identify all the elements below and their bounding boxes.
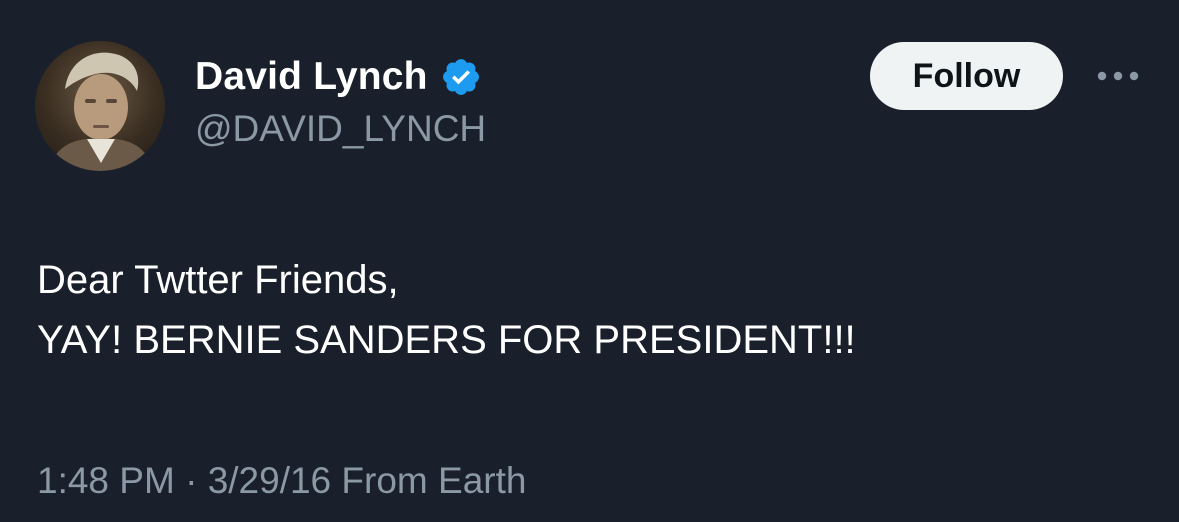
- verified-badge-icon: [442, 59, 479, 95]
- avatar-portrait-icon: [49, 52, 153, 171]
- tweet-time[interactable]: 1:48 PM: [37, 460, 175, 501]
- more-options-button[interactable]: [1092, 58, 1144, 94]
- tweet-text-line: Dear Twtter Friends,: [37, 258, 399, 302]
- tweet-text: Dear Twtter Friends, YAY! BERNIE SANDERS…: [37, 250, 856, 370]
- tweet-metadata: 1:48 PM · 3/29/16 From Earth: [37, 460, 526, 502]
- display-name[interactable]: David Lynch: [195, 55, 428, 99]
- author-handle[interactable]: @DAVID_LYNCH: [195, 108, 486, 150]
- follow-button[interactable]: Follow: [870, 42, 1063, 110]
- tweet-source: From Earth: [341, 460, 527, 501]
- avatar[interactable]: [35, 41, 165, 171]
- tweet-date[interactable]: 3/29/16: [208, 460, 331, 501]
- tweet-card: David Lynch @DAVID_LYNCH Follow Dear Twt…: [0, 0, 1179, 522]
- author-name-row[interactable]: David Lynch: [195, 54, 482, 100]
- more-horizontal-icon: [1097, 71, 1139, 81]
- tweet-text-line: YAY! BERNIE SANDERS FOR PRESIDENT!!!: [37, 318, 856, 362]
- meta-separator: ·: [185, 460, 198, 501]
